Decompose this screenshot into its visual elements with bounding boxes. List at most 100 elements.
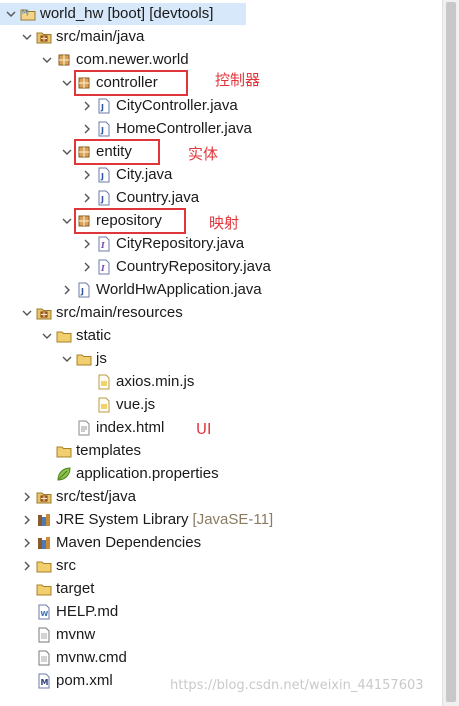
chevron-down-icon[interactable] [40, 325, 54, 347]
chevron-right-icon[interactable] [80, 95, 94, 117]
tree-item-templates[interactable]: templates [40, 440, 141, 462]
tree-item-label: src/main/java [56, 28, 145, 45]
scrollbar-thumb[interactable] [446, 2, 456, 702]
library-icon [36, 512, 52, 528]
chevron-right-icon[interactable] [80, 118, 94, 140]
tree-item-mvnw[interactable]: mvnw [20, 624, 95, 646]
chevron-down-icon[interactable] [4, 3, 18, 25]
tree-item-mvnw-cmd[interactable]: mvnw.cmd [20, 647, 127, 669]
tree-item-label: mvnw.cmd [56, 649, 127, 666]
tree-item-maven-dependencies[interactable]: Maven Dependencies [20, 532, 201, 554]
repository-annotation: 映射 [209, 214, 240, 232]
controller-highlight-box [74, 70, 188, 96]
tree-item-jre-library[interactable]: JRE System Library [JavaSE-11] [20, 509, 273, 531]
repository-highlight-box [74, 208, 186, 234]
chevron-down-icon[interactable] [60, 141, 74, 163]
java-file-icon [96, 121, 112, 137]
entity-highlight-box [74, 139, 160, 165]
tree-item-help-md[interactable]: HELP.md [20, 601, 118, 623]
maven-project-icon [20, 6, 36, 22]
tree-item-label: Maven Dependencies [56, 534, 202, 551]
tree-item-target[interactable]: target [20, 578, 94, 600]
folder-icon [36, 581, 52, 597]
tree-item-country-repository[interactable]: CountryRepository.java [80, 256, 271, 278]
vertical-scrollbar[interactable] [442, 0, 459, 706]
tree-item-country-java[interactable]: Country.java [80, 187, 199, 209]
tree-item-label: HomeController.java [116, 120, 252, 137]
tree-item-label: WorldHwApplication.java [96, 281, 262, 298]
tree-item-label: HELP.md [56, 603, 119, 620]
chevron-right-icon[interactable] [20, 555, 34, 577]
tree-item-label: CityRepository.java [116, 235, 245, 252]
chevron-down-icon[interactable] [60, 72, 74, 94]
folder-icon [36, 558, 52, 574]
tree-item-js[interactable]: js [60, 348, 107, 370]
tree-item-label: JRE System Library [56, 511, 189, 528]
ui-annotation: UI [196, 420, 212, 438]
tree-item-index-html[interactable]: index.html [60, 417, 164, 439]
java-file-icon [96, 190, 112, 206]
folder-icon [56, 328, 72, 344]
tree-item-label: mvnw [56, 626, 96, 643]
chevron-right-icon[interactable] [20, 486, 34, 508]
tree-item-label: vue.js [116, 396, 156, 413]
html-file-icon [76, 420, 92, 436]
chevron-right-icon[interactable] [20, 509, 34, 531]
tree-item-city-repository[interactable]: CityRepository.java [80, 233, 244, 255]
tree-item-axios[interactable]: axios.min.js [80, 371, 194, 393]
tree-item-label: application.properties [76, 465, 219, 482]
chevron-right-icon[interactable] [20, 532, 34, 554]
chevron-down-icon[interactable] [20, 26, 34, 48]
spring-properties-icon [56, 466, 72, 482]
tree-item-pom[interactable]: pom.xml [20, 670, 113, 692]
chevron-right-icon[interactable] [60, 279, 74, 301]
chevron-down-icon[interactable] [20, 302, 34, 324]
chevron-down-icon[interactable] [60, 210, 74, 232]
jre-version-label: [JavaSE-11] [192, 511, 274, 528]
tree-item-label: Country.java [116, 189, 200, 206]
chevron-right-icon[interactable] [80, 233, 94, 255]
chevron-right-icon[interactable] [80, 187, 94, 209]
tree-item-home-controller[interactable]: HomeController.java [80, 118, 252, 140]
tree-item-vue[interactable]: vue.js [80, 394, 155, 416]
tree-item-label: pom.xml [56, 672, 113, 689]
tree-item-label: js [96, 350, 107, 367]
tree-item-src-main-java[interactable]: src/main/java [20, 26, 144, 48]
chevron-down-icon[interactable] [40, 49, 54, 71]
text-file-icon [36, 650, 52, 666]
java-file-icon [96, 167, 112, 183]
tree-item-city-controller[interactable]: CityController.java [80, 95, 238, 117]
tree-item-src[interactable]: src [20, 555, 76, 577]
tree-item-label: axios.min.js [116, 373, 195, 390]
maven-pom-icon [36, 673, 52, 689]
source-folder-icon [36, 305, 52, 321]
tree-item-src-main-resources[interactable]: src/main/resources [20, 302, 183, 324]
watermark: https://blog.csdn.net/weixin_44157603 [170, 678, 424, 693]
chevron-down-icon[interactable] [60, 348, 74, 370]
entity-annotation: 实体 [188, 145, 219, 163]
interface-file-icon [96, 259, 112, 275]
tree-item-label: src/main/resources [56, 304, 183, 321]
tree-item-label: City.java [116, 166, 173, 183]
package-icon [56, 52, 72, 68]
tree-item-label: static [76, 327, 112, 344]
tree-item-package[interactable]: com.newer.world [40, 49, 189, 71]
js-file-icon [96, 397, 112, 413]
chevron-right-icon[interactable] [80, 256, 94, 278]
tree-item-label: src/test/java [56, 488, 137, 505]
source-folder-icon [36, 29, 52, 45]
tree-item-static[interactable]: static [40, 325, 111, 347]
chevron-right-icon[interactable] [80, 164, 94, 186]
controller-annotation: 控制器 [215, 71, 261, 89]
js-file-icon [96, 374, 112, 390]
tree-item-label: src [56, 557, 76, 574]
tree-item-label: CountryRepository.java [116, 258, 271, 275]
tree-item-app-java[interactable]: WorldHwApplication.java [60, 279, 262, 301]
tree-item-src-test-java[interactable]: src/test/java [20, 486, 136, 508]
tree-item-project[interactable]: world_hw [boot] [devtools] [0, 3, 246, 25]
tree-item-city-java[interactable]: City.java [80, 164, 172, 186]
tree-item-app-properties[interactable]: application.properties [40, 463, 219, 485]
tree-item-label: index.html [96, 419, 165, 436]
tree-item-label: CityController.java [116, 97, 238, 114]
text-file-icon [36, 627, 52, 643]
